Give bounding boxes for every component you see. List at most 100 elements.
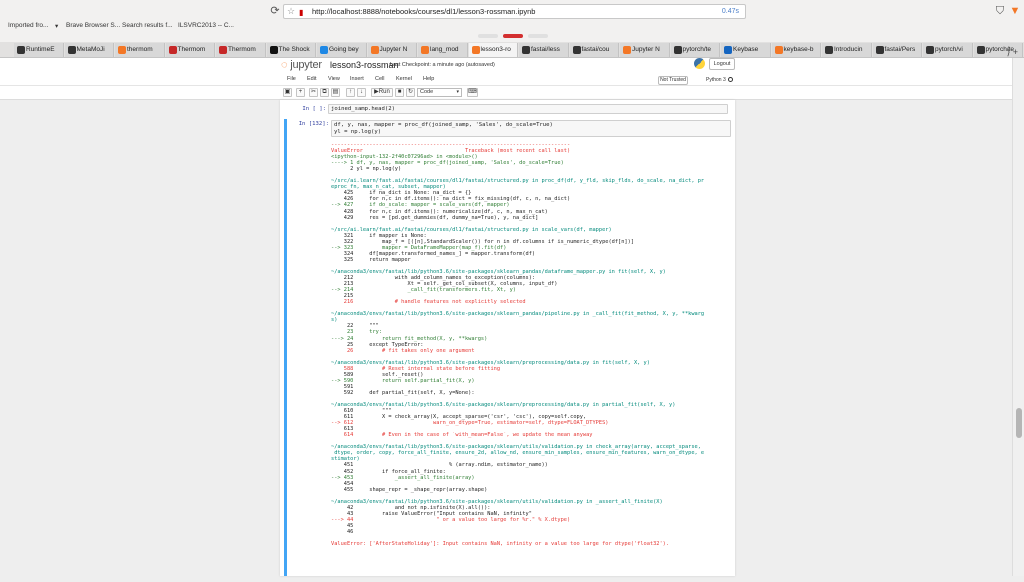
tab-label: thermom [127, 46, 153, 53]
browser-tab[interactable]: The Shock [266, 43, 316, 57]
cut-icon[interactable]: ✂ [309, 88, 318, 97]
new-tab-icon[interactable]: ⟩ + [1007, 47, 1018, 58]
tab-label: keybase-b [783, 46, 814, 53]
tab-label: Going bey [329, 46, 359, 53]
page-load-time: 0.47s [721, 8, 739, 15]
tab-label: Jupyter N [379, 46, 408, 53]
tab-favicon-icon [522, 46, 530, 54]
page-scrollbar[interactable] [1012, 58, 1024, 576]
browser-tab[interactable]: pytorch/te [670, 43, 720, 57]
browser-tab[interactable]: keybase-b [771, 43, 821, 57]
browser-tab[interactable]: Jupyter N [620, 43, 670, 57]
bookmarks-bar: Imported fro... ▾ Brave Browser S... Sea… [0, 20, 700, 33]
tab-favicon-icon [623, 46, 631, 54]
browser-tab[interactable]: fastai/Pers [872, 43, 922, 57]
bookmark-item[interactable]: Brave Browser S... [66, 22, 120, 29]
browser-tab[interactable]: MetaMoJi [64, 43, 114, 57]
browser-tab[interactable]: Thermom [216, 43, 266, 57]
browser-tab[interactable]: fastai/cou [569, 43, 619, 57]
cell-prompt: In [132]: [298, 121, 329, 127]
python-logo-icon [694, 58, 705, 69]
tab-favicon-icon [774, 46, 783, 54]
bookmark-star-icon[interactable]: ☆ [287, 5, 295, 18]
cell-type-select[interactable]: Code ▾ [417, 88, 462, 97]
run-label: Run [378, 89, 390, 95]
jupyter-logo-text: jupyter [290, 59, 322, 71]
reload-icon[interactable]: ⟳ [268, 4, 282, 18]
command-palette-icon[interactable]: ⌨ [467, 88, 478, 97]
tab-favicon-icon [17, 46, 25, 54]
tab-favicon-icon [421, 46, 429, 54]
menu-cell[interactable]: Cell [375, 76, 384, 82]
tab-favicon-icon [118, 46, 126, 54]
tab-favicon-icon [471, 46, 480, 54]
logout-button[interactable]: Logout [709, 58, 735, 70]
brave-lion-icon[interactable]: ▼ [1008, 4, 1022, 18]
browser-tab[interactable]: fastai/less [519, 43, 569, 57]
tab-favicon-icon [976, 46, 985, 54]
browser-tab[interactable]: Going bey [317, 43, 367, 57]
menu-view[interactable]: View [328, 76, 340, 82]
loading-segment [478, 34, 498, 38]
menu-edit[interactable]: Edit [307, 76, 316, 82]
browser-tab[interactable]: Thermom [165, 43, 215, 57]
browser-tab[interactable]: Jupyter N [367, 43, 417, 57]
paste-icon[interactable]: ▤ [331, 88, 340, 97]
bookmark-item[interactable]: Search results f... [122, 22, 173, 29]
browser-tab[interactable]: lesson3-ro [468, 43, 518, 57]
menu-help[interactable]: Help [423, 76, 434, 82]
run-button[interactable]: ▶Run [371, 88, 393, 97]
not-trusted-badge[interactable]: Not Trusted [658, 76, 688, 85]
tab-favicon-icon [875, 46, 884, 54]
insert-cell-icon[interactable]: + [296, 88, 305, 97]
tab-label: fastai/less [531, 46, 560, 53]
tab-label: fastai/Pers [884, 46, 916, 53]
tab-label: fastai/cou [581, 46, 610, 53]
tab-favicon-icon [825, 46, 833, 54]
restart-icon[interactable]: ↻ [406, 88, 415, 97]
notebook-area: In [ ]: joined_samp.head(2) In [132]: df… [0, 100, 1012, 576]
tab-label: MetaMoJi [76, 46, 105, 53]
scrollbar-thumb[interactable] [1016, 408, 1022, 438]
code-cell-selected[interactable]: In [132]: df, y, nas, mapper = proc_df(j… [284, 119, 731, 576]
move-up-icon[interactable]: ↑ [346, 88, 355, 97]
bookmark-item[interactable]: ILSVRC2013 -- C... [178, 22, 234, 29]
browser-tab[interactable]: Introducin [822, 43, 872, 57]
jupyter-logo[interactable]: ◌ jupyter [281, 59, 322, 71]
tab-strip: RuntimeE MetaMoJi thermom Thermom Thermom The… [0, 42, 1024, 58]
jupyter-logo-icon: ◌ [281, 59, 288, 71]
tab-favicon-icon [926, 46, 934, 54]
traceback-output: ----------------------------------------… [331, 142, 731, 582]
tab-favicon-icon [219, 46, 227, 54]
chevron-down-icon[interactable]: ▾ [55, 22, 58, 30]
cell-prompt: In [ ]: [302, 106, 326, 112]
move-down-icon[interactable]: ↓ [357, 88, 366, 97]
notebook-title[interactable]: lesson3-rossman [330, 60, 399, 70]
tab-favicon-icon [572, 46, 581, 54]
bookmark-item[interactable]: Imported fro... [8, 22, 48, 29]
tab-label: Jupyter N [632, 46, 660, 53]
browser-tab[interactable]: thermom [115, 43, 165, 57]
copy-icon[interactable]: ⧉ [320, 88, 329, 97]
checkpoint-status: Last Checkpoint: a minute ago (autosaved… [390, 62, 495, 68]
menu-insert[interactable]: Insert [350, 76, 364, 82]
code-line: df, y, nas, mapper = proc_df(joined_samp… [334, 122, 553, 128]
stop-icon[interactable]: ■ [395, 88, 404, 97]
code-line: yl = np.log(y) [334, 128, 382, 135]
menu-bar: File Edit View Insert Cell Kernel Help N… [0, 72, 1012, 86]
chevron-down-icon: ▾ [456, 89, 459, 95]
browser-tab[interactable]: Keybase [721, 43, 771, 57]
insecure-lock-icon[interactable]: ▮ [299, 6, 307, 17]
address-bar[interactable]: ☆ ▮ http://localhost:8888/notebooks/cour… [283, 4, 746, 19]
browser-tab[interactable]: RuntimeE [14, 43, 64, 57]
code-cell[interactable]: In [ ]: joined_samp.head(2) [284, 104, 731, 116]
menu-file[interactable]: File [287, 76, 296, 82]
save-icon[interactable]: ▣ [283, 88, 292, 97]
browser-tab[interactable]: pytorch/vi [923, 43, 973, 57]
browser-tab[interactable]: lang_mod [418, 43, 468, 57]
code-input[interactable]: joined_samp.head(2) [328, 104, 728, 114]
menu-kernel[interactable]: Kernel [396, 76, 412, 82]
brave-shield-icon[interactable]: ⛉ [993, 4, 1007, 18]
traceback-line: dtype, order, copy, force_all_finite, en… [331, 450, 705, 457]
code-input[interactable]: df, y, nas, mapper = proc_df(joined_samp… [331, 120, 731, 137]
